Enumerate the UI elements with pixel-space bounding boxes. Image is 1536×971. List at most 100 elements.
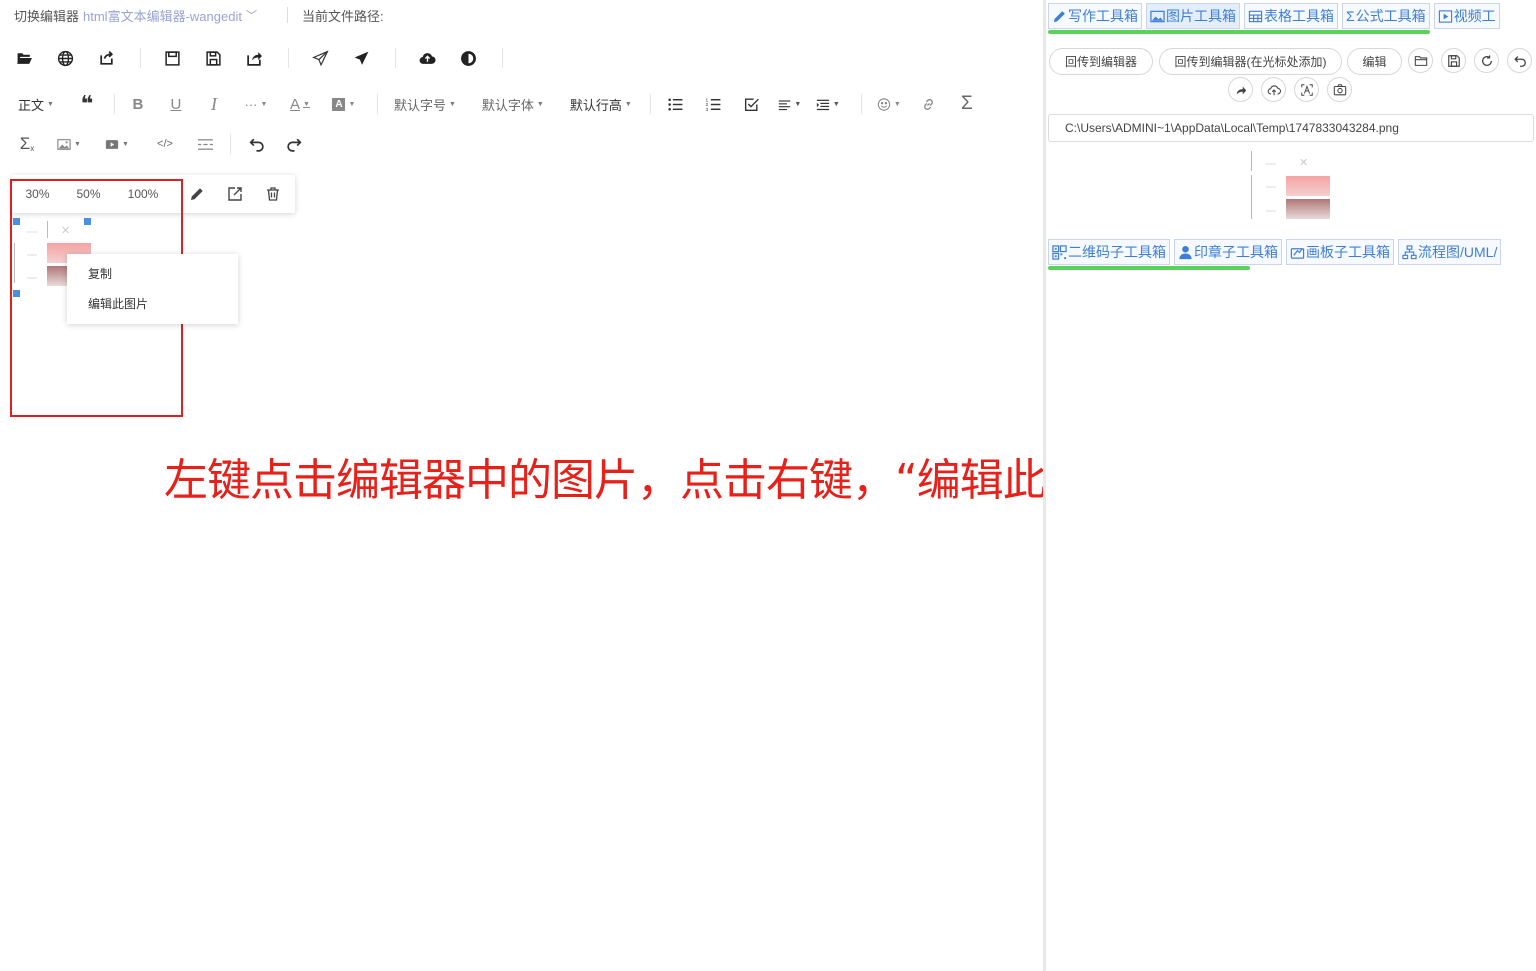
send-back-button[interactable]: 回传到编辑器 bbox=[1049, 48, 1153, 75]
cloud-upload-icon[interactable] bbox=[413, 45, 441, 71]
redo-icon[interactable] bbox=[281, 131, 307, 157]
tab-seal[interactable]: 印章子工具箱 bbox=[1174, 239, 1282, 265]
tab-label: 表格工具箱 bbox=[1264, 8, 1334, 24]
menu-item-copy[interactable]: 复制 bbox=[67, 259, 238, 289]
open-folder-icon[interactable] bbox=[10, 45, 38, 71]
file-toolbar bbox=[10, 45, 503, 71]
image-dropdown-icon[interactable]: ▼ bbox=[56, 131, 82, 157]
globe-icon[interactable] bbox=[51, 45, 79, 71]
font-family-dropdown[interactable]: 默认字体 ▼ bbox=[482, 95, 544, 114]
font-family-label: 默认字体 bbox=[481, 97, 534, 113]
paragraph-label: 正文 bbox=[18, 97, 45, 113]
divider bbox=[230, 134, 231, 154]
numbered-list-icon[interactable]: 123 bbox=[701, 91, 727, 117]
flowchart-icon bbox=[1402, 244, 1417, 259]
subtab-scroll-indicator bbox=[1048, 266, 1250, 270]
menu-item-edit-image[interactable]: 编辑此图片 bbox=[67, 289, 238, 319]
open-external-icon[interactable] bbox=[216, 186, 254, 202]
line-height-label: 默认行高 bbox=[569, 97, 622, 113]
theme-toggle-icon[interactable] bbox=[454, 45, 482, 71]
edit-button[interactable]: 编辑 bbox=[1347, 48, 1402, 75]
blockquote-icon[interactable]: ❝ bbox=[74, 91, 100, 117]
font-color-icon[interactable]: A ▼ bbox=[287, 91, 313, 117]
tab-label: 公式工具箱 bbox=[1355, 8, 1426, 24]
tab-video[interactable]: 视频工 bbox=[1433, 3, 1500, 29]
tab-label: 二维码子工具箱 bbox=[1068, 244, 1166, 260]
svg-text:3: 3 bbox=[706, 106, 709, 112]
camera-icon[interactable] bbox=[1327, 77, 1352, 102]
save-icon[interactable] bbox=[1441, 48, 1466, 73]
divider bbox=[113, 94, 115, 114]
divider bbox=[140, 48, 141, 68]
tab-table[interactable]: 表格工具箱 bbox=[1244, 3, 1338, 29]
seal-stamp-icon bbox=[1179, 245, 1192, 259]
divider-line-icon[interactable] bbox=[192, 131, 218, 157]
divider bbox=[395, 48, 396, 68]
more-styles-icon[interactable]: ··· ▼ bbox=[243, 91, 269, 117]
trash-icon[interactable] bbox=[254, 186, 292, 202]
editor-topbar: 切换编辑器 html富文本编辑器-wangedit ﹀ 当前文件路径: bbox=[14, 6, 384, 24]
pencil-icon[interactable] bbox=[178, 186, 216, 202]
toolbox-tabs: 写作工具箱 图片工具箱 表格工具箱 Σ 公式工具箱 视频工 bbox=[1048, 3, 1504, 29]
divider bbox=[860, 94, 862, 114]
forward-icon[interactable] bbox=[1228, 77, 1253, 102]
line-height-dropdown[interactable]: 默认行高 ▼ bbox=[570, 95, 632, 114]
tab-label: 画板子工具箱 bbox=[1306, 244, 1390, 260]
tab-formula[interactable]: Σ 公式工具箱 bbox=[1342, 3, 1430, 29]
refresh-icon[interactable] bbox=[1474, 48, 1499, 73]
formula-insert-icon[interactable]: Σx bbox=[14, 131, 40, 157]
divider bbox=[288, 48, 289, 68]
ocr-text-icon[interactable] bbox=[1294, 77, 1319, 102]
todo-checkbox-icon[interactable] bbox=[739, 91, 765, 117]
divider bbox=[376, 94, 378, 114]
undo-icon[interactable] bbox=[243, 131, 269, 157]
indent-dropdown-icon[interactable]: ▼ bbox=[815, 91, 841, 117]
switch-editor-label[interactable]: 切换编辑器 bbox=[14, 6, 79, 25]
export-icon[interactable] bbox=[92, 45, 120, 71]
align-dropdown-icon[interactable]: ▼ bbox=[777, 91, 803, 117]
underline-icon[interactable]: U bbox=[163, 91, 189, 117]
divider bbox=[286, 7, 288, 23]
undo-icon[interactable] bbox=[1507, 48, 1532, 73]
editor-pane: 切换编辑器 html富文本编辑器-wangedit ﹀ 当前文件路径: 正文 ▼… bbox=[0, 0, 1456, 971]
bold-icon[interactable]: B bbox=[125, 91, 151, 117]
tab-label: 写作工具箱 bbox=[1068, 8, 1138, 24]
send-back-cursor-button[interactable]: 回传到编辑器(在光标处添加) bbox=[1159, 48, 1342, 75]
chevron-down-icon[interactable]: ﹀ bbox=[246, 7, 257, 23]
send-icon[interactable] bbox=[347, 45, 375, 71]
tab-label: 流程图/UML/ bbox=[1418, 244, 1498, 260]
emoji-icon[interactable]: ▼ bbox=[876, 91, 902, 117]
link-icon[interactable] bbox=[916, 91, 942, 117]
file-path-field[interactable]: C:\Users\ADMINI~1\AppData\Local\Temp\174… bbox=[1048, 114, 1534, 142]
editor-name-select[interactable]: html富文本编辑器-wangedit bbox=[83, 6, 242, 25]
background-color-icon[interactable]: A ▼ bbox=[331, 91, 357, 117]
italic-icon[interactable]: I bbox=[201, 91, 227, 117]
format-toolbar: 正文 ▼ ❝ B U I ··· ▼ A ▼ A ▼ 默认字号 ▼ 默认字体 ▼ 默认行高 ▼… bbox=[18, 91, 980, 117]
save-icon[interactable] bbox=[158, 45, 186, 71]
tab-drawing-board[interactable]: 画板子工具箱 bbox=[1286, 239, 1394, 265]
open-folder-icon[interactable] bbox=[1408, 48, 1433, 73]
insert-toolbar: Σx ▼ ▼ </> bbox=[14, 131, 307, 157]
tab-image[interactable]: 图片工具箱 bbox=[1146, 3, 1240, 29]
code-icon[interactable]: </> bbox=[152, 131, 178, 157]
tab-flowchart[interactable]: 流程图/UML/ bbox=[1398, 239, 1502, 265]
sub-toolbox-tabs: 二维码子工具箱 印章子工具箱 画板子工具箱 流程图/UML/ bbox=[1048, 239, 1505, 265]
pencil-icon bbox=[1053, 10, 1065, 22]
upload-cloud-icon[interactable] bbox=[1261, 77, 1286, 102]
table-icon bbox=[1248, 10, 1263, 22]
font-size-dropdown[interactable]: 默认字号 ▼ bbox=[394, 95, 456, 114]
tab-label: 视频工 bbox=[1453, 8, 1496, 24]
bullet-list-icon[interactable] bbox=[663, 91, 689, 117]
tab-label: 印章子工具箱 bbox=[1194, 244, 1278, 260]
formula-sigma-icon[interactable]: Σ bbox=[954, 91, 980, 117]
paragraph-dropdown[interactable]: 正文 ▼ bbox=[18, 95, 54, 114]
tab-qrcode[interactable]: 二维码子工具箱 bbox=[1048, 239, 1170, 265]
font-size-label: 默认字号 bbox=[393, 97, 446, 113]
share-icon[interactable] bbox=[240, 45, 268, 71]
video-icon bbox=[1438, 9, 1452, 23]
send-outline-icon[interactable] bbox=[306, 45, 334, 71]
video-dropdown-icon[interactable]: ▼ bbox=[104, 131, 130, 157]
tab-writing[interactable]: 写作工具箱 bbox=[1048, 3, 1142, 29]
save-as-icon[interactable] bbox=[199, 45, 227, 71]
divider bbox=[649, 94, 651, 114]
